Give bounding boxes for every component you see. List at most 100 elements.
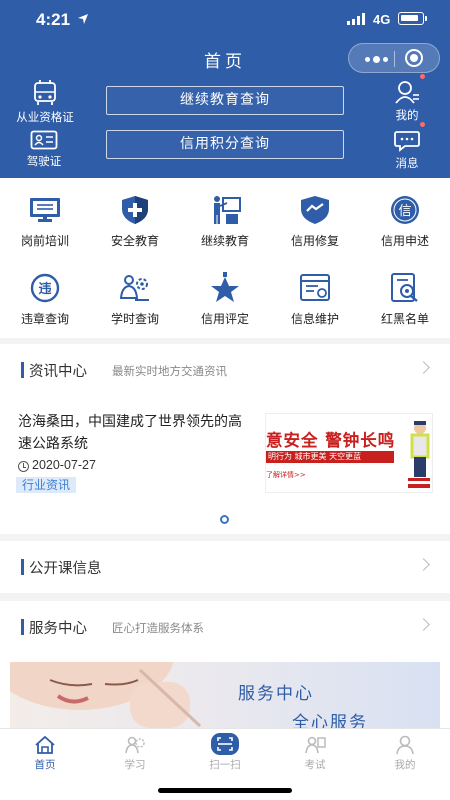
section-subtitle: 匠心打造服务体系 [112, 621, 204, 635]
side-item-driver-license[interactable]: 驾驶证 [20, 130, 68, 169]
bus-certificate-icon [34, 80, 56, 105]
network-type: 4G [373, 12, 391, 27]
news-carousel: 沧海桑田，中国建成了世界领先的高速公路系统 2020-07-27 行业资讯 意安… [0, 396, 450, 534]
info-settings-icon [300, 274, 330, 301]
status-bar: 4:21 4G [0, 0, 450, 40]
side-item-label: 消息 [395, 156, 419, 170]
location-arrow-icon [78, 14, 88, 24]
tab-label: 首页 [34, 759, 56, 771]
tab-mine[interactable]: 我的 [360, 729, 450, 775]
news-date: 2020-07-27 [32, 458, 96, 472]
grid-item-violation-query[interactable]: 违 违章查询 [0, 272, 90, 327]
grid-item-credit-rating[interactable]: 信用评定 [180, 272, 270, 327]
tab-study[interactable]: 学习 [90, 729, 180, 775]
credit-score-query-button[interactable]: 信用积分查询 [106, 130, 344, 159]
side-item-label: 从业资格证 [16, 110, 74, 124]
close-miniprogram-icon[interactable] [405, 49, 423, 67]
woman-portrait-image [10, 662, 202, 728]
carousel-indicator[interactable] [220, 515, 229, 524]
study-hours-icon [119, 275, 149, 301]
service-promo-banner[interactable]: 服务中心 全心服务 [10, 662, 440, 728]
grid-item-study-hours-query[interactable]: 学时查询 [90, 272, 180, 327]
svg-text:违: 违 [38, 281, 51, 297]
profile-icon [396, 735, 414, 755]
public-course-header[interactable]: 公开课信息 [0, 541, 450, 593]
traffic-police-figure [408, 421, 430, 488]
more-dots-icon[interactable] [359, 44, 393, 72]
side-item-label: 驾驶证 [26, 154, 62, 168]
list-search-icon [391, 273, 418, 302]
grid-item-credit-repair[interactable]: 信用修复 [270, 194, 360, 249]
grid-item-label: 红黑名单 [380, 312, 429, 326]
tab-exam[interactable]: 考试 [270, 729, 360, 775]
grid-item-label: 继续教育 [200, 234, 249, 248]
miniprogram-capsule [348, 43, 440, 73]
chevron-right-icon [417, 558, 430, 571]
side-item-mine[interactable]: 我的 [389, 80, 425, 123]
continuing-education-query-button[interactable]: 继续教育查询 [106, 86, 344, 115]
grid-item-label: 安全教育 [110, 234, 159, 248]
promo-line1: 服务中心 [238, 684, 314, 704]
tab-label: 扫一扫 [209, 759, 241, 771]
violation-icon: 违 [30, 273, 60, 303]
grid-item-continuing-education[interactable]: 继续教育 [180, 194, 270, 249]
section-title: 资讯中心 [29, 364, 87, 380]
grid-item-pre-job-training[interactable]: 岗前培训 [0, 194, 90, 249]
thumbnail-headline: 意安全 警钟长鸣 [266, 431, 396, 450]
grid-item-label: 学时查询 [110, 312, 159, 326]
home-indicator [158, 788, 292, 793]
news-title[interactable]: 沧海桑田，中国建成了世界领先的高速公路系统 [18, 411, 250, 455]
grid-item-label: 岗前培训 [20, 234, 69, 248]
section-title: 公开课信息 [29, 561, 102, 577]
star-award-icon [211, 272, 239, 302]
clock-icon [18, 461, 29, 472]
grid-item-label: 违章查询 [20, 312, 69, 326]
news-center-header[interactable]: 资讯中心 最新实时地方交通资讯 [0, 344, 450, 396]
tab-scan[interactable]: 扫一扫 [180, 729, 270, 775]
grid-item-info-maintenance[interactable]: 信息维护 [270, 272, 360, 327]
signal-icon [347, 13, 365, 25]
thumbnail-subline: 明行为 城市更美 天空更蓝 [266, 451, 394, 463]
exam-icon [305, 736, 326, 754]
monitor-icon [30, 198, 60, 222]
svg-text:信: 信 [398, 204, 411, 219]
battery-icon [398, 12, 427, 25]
side-item-label: 我的 [395, 108, 419, 122]
scan-icon [211, 733, 239, 755]
grid-item-label: 信息维护 [290, 312, 339, 326]
grid-item-label: 信用修复 [290, 234, 339, 248]
section-title: 服务中心 [29, 621, 87, 637]
shield-chart-icon [301, 196, 329, 224]
news-tag: 行业资讯 [16, 477, 77, 493]
grid-item-safety-education[interactable]: 安全教育 [90, 194, 180, 249]
chevron-right-icon [417, 618, 430, 631]
section-subtitle: 最新实时地方交通资讯 [112, 364, 227, 378]
side-item-qualification[interactable]: 从业资格证 [12, 80, 78, 125]
side-item-messages[interactable]: 消息 [389, 130, 425, 171]
grid-item-red-black-list[interactable]: 红黑名单 [360, 272, 450, 327]
promo-line2: 全心服务 [292, 713, 368, 728]
notification-dot [420, 122, 425, 127]
status-time: 4:21 [36, 10, 71, 29]
service-center-header[interactable]: 服务中心 匠心打造服务体系 [0, 601, 450, 653]
grid-item-credit-appeal[interactable]: 信 信用申述 [360, 194, 450, 249]
function-grid: 岗前培训 安全教育 继续教育 信用修复 信 信用申述 违 违章查询 学时查询 信… [0, 178, 450, 338]
thumbnail-more: 了解详情>> [266, 471, 306, 479]
tab-home[interactable]: 首页 [0, 729, 90, 775]
tab-label: 学习 [124, 759, 146, 771]
chevron-right-icon [417, 361, 430, 374]
driver-license-icon [30, 130, 58, 150]
grid-item-label: 信用评定 [200, 312, 249, 326]
credit-badge-icon: 信 [391, 196, 419, 224]
grid-item-label: 信用申述 [380, 234, 429, 248]
shield-icon [122, 196, 148, 224]
classroom-icon [214, 196, 241, 224]
tab-label: 考试 [304, 759, 326, 771]
tab-label: 我的 [394, 759, 416, 771]
app-header: 4:21 4G 首页 从业资格证 驾驶证 我的 消息 继续教育查询 信用积分查询 [0, 0, 450, 178]
user-icon [395, 81, 419, 104]
message-icon [394, 131, 420, 152]
notification-dot [420, 74, 425, 79]
study-icon [125, 736, 145, 754]
news-thumbnail[interactable]: 意安全 警钟长鸣 明行为 城市更美 天空更蓝 了解详情>> [265, 413, 433, 493]
